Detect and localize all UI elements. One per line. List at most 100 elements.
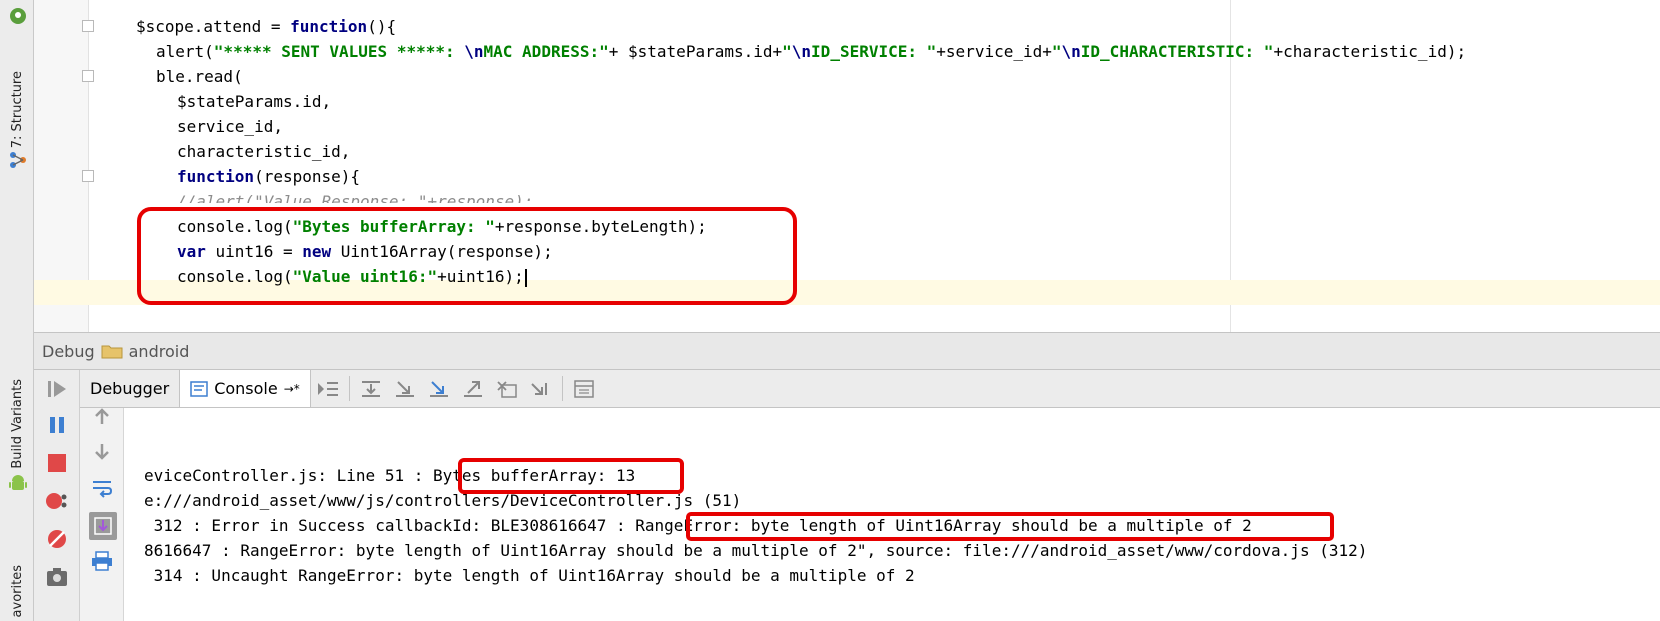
force-step-into-button[interactable]: [422, 370, 456, 407]
code-token: "***** SENT VALUES *****:: [213, 42, 465, 61]
code-line: service_id,: [177, 114, 283, 139]
tab-debugger[interactable]: Debugger: [80, 370, 179, 407]
force-step-into-icon: [429, 380, 448, 397]
structure-icon: [10, 152, 26, 168]
code-line: console.log("Value uint16:"+uint16);: [177, 264, 527, 289]
structure-tool-label: 7: Structure: [9, 71, 25, 149]
soft-wrap-icon: [93, 481, 113, 498]
code-token: + $stateParams.id+: [608, 42, 783, 61]
resume-button[interactable]: [44, 376, 70, 402]
code-token: (response){: [254, 167, 361, 186]
android-studio-icon: [10, 8, 26, 24]
code-token: function: [177, 167, 255, 186]
show-execution-point-icon: [317, 381, 338, 396]
show-execution-point-button[interactable]: [311, 370, 345, 407]
code-token: \n: [1061, 42, 1081, 61]
breakpoints-icon: [46, 493, 67, 509]
code-token: ble.read(: [156, 67, 243, 86]
run-to-cursor-icon: [531, 382, 547, 395]
code-line: function(response){: [177, 164, 360, 189]
code-line: $stateParams.id,: [177, 89, 331, 114]
code-token: $stateParams.id,: [177, 92, 332, 111]
fold-marker-icon[interactable]: [82, 70, 94, 82]
folder-icon: [101, 345, 123, 359]
console-line: 314 : Uncaught RangeError: byte length o…: [144, 566, 915, 585]
code-line: console.log("Bytes bufferArray: "+respon…: [177, 214, 707, 239]
structure-tool-tab[interactable]: 7: Structure: [4, 70, 30, 150]
code-token: var: [177, 242, 206, 261]
step-over-button[interactable]: [354, 370, 388, 407]
debug-actions-bar: [34, 370, 80, 621]
tab-console-label: Console: [214, 379, 278, 398]
pause-button[interactable]: [44, 412, 70, 438]
arrow-down-icon: [95, 444, 109, 460]
step-out-button[interactable]: [456, 370, 490, 407]
calculator-icon: [574, 379, 594, 398]
pause-icon: [50, 417, 64, 433]
step-over-icon: [361, 380, 380, 397]
build-variants-tool-tab[interactable]: Build Variants: [4, 378, 30, 470]
build-variants-label: Build Variants: [9, 379, 25, 469]
view-breakpoints-button[interactable]: [44, 488, 70, 514]
code-token: ID_CHARACTERISTIC: ": [1080, 42, 1274, 61]
code-line: alert("***** SENT VALUES *****: \n MAC AD…: [156, 39, 1466, 64]
code-token: console.log(: [177, 217, 293, 236]
code-line: var uint16 = new Uint16Array(response);: [177, 239, 553, 264]
scroll-to-end-button[interactable]: [89, 512, 117, 540]
stop-icon: [48, 454, 66, 472]
code-token: +service_id+: [936, 42, 1052, 61]
code-token: "Value uint16:": [292, 267, 438, 286]
arrow-up-icon: [95, 408, 109, 424]
code-line: $scope.attend = function(){: [136, 14, 396, 39]
favorites-label: avorites: [9, 565, 25, 618]
code-token: //alert("Value Response: "+response);: [177, 192, 534, 203]
fold-marker-icon[interactable]: [82, 170, 94, 182]
code-token: ": [782, 42, 792, 61]
code-token: uint16 =: [205, 242, 303, 261]
camera-icon: [47, 568, 67, 586]
scroll-up-button[interactable]: [89, 404, 115, 430]
run-config-name: android: [128, 341, 190, 361]
get-thread-dump-button[interactable]: [44, 564, 70, 590]
drop-frame-button[interactable]: [490, 370, 524, 407]
console-line: e:///android_asset/www/js/controllers/De…: [144, 491, 742, 510]
drop-frame-icon: [497, 380, 517, 398]
console-line: 312 : Error in Success callbackId: BLE30…: [144, 516, 1252, 535]
scroll-down-button[interactable]: [89, 438, 115, 464]
code-token: (){: [367, 17, 397, 36]
debug-panel-header: Debug android: [34, 332, 1660, 370]
code-token: +characteristic_id);: [1273, 42, 1467, 61]
code-token: new: [302, 242, 332, 261]
evaluate-expression-button[interactable]: [567, 370, 601, 407]
tab-console-pin-indicator: →*: [283, 381, 300, 396]
code-token: console.log(: [177, 267, 293, 286]
soft-wrap-button[interactable]: [89, 475, 115, 501]
console-output[interactable]: eviceController.js: Line 51 : Bytes buff…: [124, 408, 1660, 621]
code-token: ": [1051, 42, 1062, 61]
fold-marker-icon[interactable]: [82, 20, 94, 32]
code-token: +uint16);: [437, 267, 524, 286]
toolbar-separator: [348, 376, 350, 401]
text-caret: [524, 268, 527, 287]
code-token: MAC ADDRESS:": [483, 42, 609, 61]
code-line: ble.read(: [156, 64, 243, 89]
run-to-cursor-button[interactable]: [524, 370, 558, 407]
tab-debugger-label: Debugger: [90, 379, 170, 398]
code-line: //alert("Value Response: "+response);: [177, 189, 533, 203]
print-button[interactable]: [89, 548, 115, 574]
printer-icon: [92, 551, 112, 571]
stop-button[interactable]: [44, 450, 70, 476]
mute-breakpoints-button[interactable]: [44, 526, 70, 552]
debug-panel-title: Debug: [42, 341, 95, 361]
tool-window-strip: 7: Structure Build Variants avorites: [0, 0, 34, 621]
step-into-button[interactable]: [388, 370, 422, 407]
code-token: "Bytes bufferArray: ": [292, 217, 495, 236]
code-token: alert(: [156, 42, 214, 61]
code-editor[interactable]: $scope.attend = function(){ alert("*****…: [34, 0, 1660, 332]
tab-console[interactable]: Console →*: [179, 370, 311, 407]
code-token: $scope.attend =: [136, 17, 291, 36]
favorites-tool-tab[interactable]: avorites: [4, 562, 30, 621]
code-token: function: [290, 17, 368, 36]
android-robot-icon: [9, 475, 27, 490]
code-token: \n: [791, 42, 812, 61]
